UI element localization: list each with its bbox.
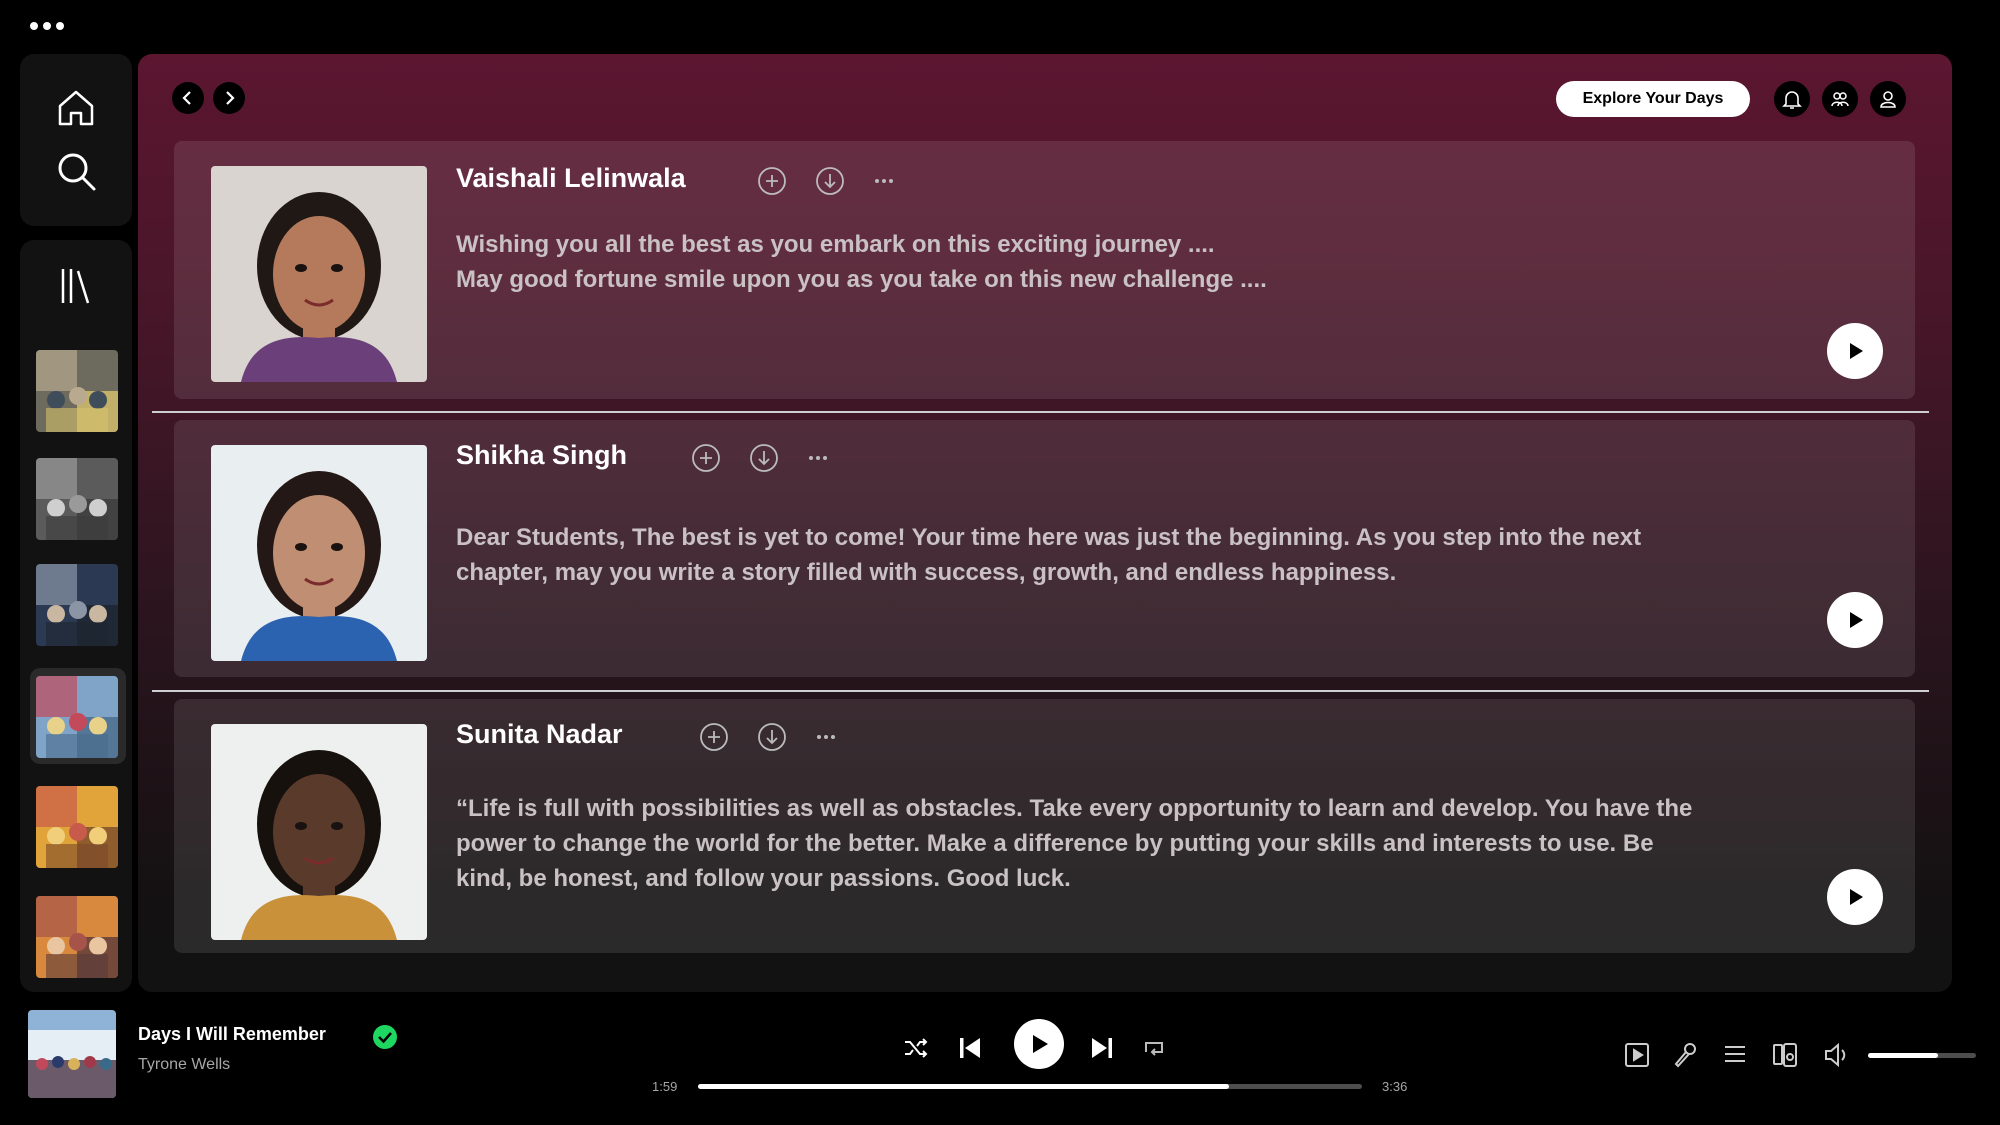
sidebar-playlist[interactable]: [36, 350, 118, 432]
message-card[interactable]: Shikha Singh Dear Students, The best is y…: [174, 420, 1915, 677]
lyrics-icon[interactable]: [1670, 1040, 1700, 1070]
more-icon[interactable]: [802, 442, 834, 474]
duration-time: 3:36: [1382, 1079, 1408, 1094]
back-button[interactable]: [172, 82, 204, 114]
chevron-right-icon: [226, 91, 235, 105]
message-line: May good fortune smile upon you as you t…: [456, 266, 1267, 293]
volume-slider[interactable]: [1868, 1053, 1976, 1058]
message-line: Wishing you all the best as you embark o…: [456, 231, 1215, 258]
sidebar-playlist[interactable]: [36, 564, 118, 646]
message-text: Wishing you all the best as you embark o…: [456, 227, 1726, 297]
download-icon[interactable]: [814, 165, 846, 197]
person-name[interactable]: Sunita Nadar: [456, 719, 623, 750]
sidebar-playlist[interactable]: [36, 896, 118, 978]
person-photo: [211, 724, 427, 940]
now-playing-title[interactable]: Days I Will Remember: [138, 1024, 326, 1045]
progress-fill: [698, 1084, 1230, 1089]
now-playing-view-icon[interactable]: [1622, 1040, 1652, 1070]
play-icon: [1033, 1035, 1048, 1053]
card-divider: [152, 690, 1929, 692]
play-icon: [1850, 612, 1863, 628]
more-icon[interactable]: [810, 721, 842, 753]
message-line: kind, be honest, and follow your passion…: [456, 865, 1071, 892]
next-icon[interactable]: [1088, 1034, 1116, 1062]
shuffle-icon[interactable]: [902, 1034, 930, 1062]
play-button[interactable]: [1827, 869, 1883, 925]
main-view: Explore Your Days Vaishali Lelinwala Wish…: [138, 54, 1952, 992]
card-divider: [152, 411, 1929, 413]
volume-icon[interactable]: [1822, 1040, 1852, 1070]
window-menu-icon[interactable]: [30, 22, 64, 30]
play-pause-button[interactable]: [1014, 1019, 1064, 1069]
message-card[interactable]: Vaishali Lelinwala Wishing you all the be…: [174, 141, 1915, 399]
play-button[interactable]: [1827, 592, 1883, 648]
message-line: chapter, may you write a story filled wi…: [456, 559, 1397, 586]
now-playing-artist[interactable]: Tyrone Wells: [138, 1056, 230, 1074]
download-icon[interactable]: [756, 721, 788, 753]
previous-icon[interactable]: [956, 1034, 984, 1062]
playlist-cover: [36, 458, 118, 540]
playlist-cover: [36, 350, 118, 432]
sidebar-playlist[interactable]: [36, 786, 118, 868]
playlist-cover: [36, 676, 118, 758]
chevron-left-icon: [182, 91, 191, 105]
search-icon[interactable]: [54, 149, 98, 193]
library-icon[interactable]: [58, 266, 94, 306]
forward-button[interactable]: [213, 82, 245, 114]
message-line: power to change the world for the better…: [456, 830, 1654, 857]
message-line: “Life is full with possibilities as well…: [456, 795, 1693, 822]
home-icon[interactable]: [54, 86, 98, 130]
playlist-cover: [36, 564, 118, 646]
more-icon[interactable]: [868, 165, 900, 197]
person-name[interactable]: Shikha Singh: [456, 440, 627, 471]
queue-icon[interactable]: [1720, 1040, 1750, 1070]
bell-icon[interactable]: [1774, 81, 1810, 117]
add-icon[interactable]: [690, 442, 722, 474]
check-circle-icon[interactable]: [372, 1024, 398, 1050]
sidebar-nav: [20, 54, 132, 226]
now-playing-cover[interactable]: [28, 1010, 116, 1098]
sidebar-playlist[interactable]: [36, 676, 118, 758]
play-icon: [1850, 343, 1863, 359]
message-line: Dear Students, The best is yet to come! …: [456, 524, 1642, 551]
play-icon: [1850, 889, 1863, 905]
profile-icon[interactable]: [1870, 81, 1906, 117]
person-photo: [211, 166, 427, 382]
add-icon[interactable]: [698, 721, 730, 753]
play-button[interactable]: [1827, 323, 1883, 379]
repeat-icon[interactable]: [1140, 1034, 1168, 1062]
explore-button[interactable]: Explore Your Days: [1556, 81, 1750, 117]
playlist-cover: [36, 896, 118, 978]
person-name[interactable]: Vaishali Lelinwala: [456, 163, 686, 194]
download-icon[interactable]: [748, 442, 780, 474]
person-photo: [211, 445, 427, 661]
message-text: Dear Students, The best is yet to come! …: [456, 520, 1726, 590]
message-text: “Life is full with possibilities as well…: [456, 791, 1726, 896]
playlist-cover: [36, 786, 118, 868]
volume-fill: [1868, 1053, 1939, 1058]
friends-icon[interactable]: [1822, 81, 1858, 117]
add-icon[interactable]: [756, 165, 788, 197]
sidebar-playlist[interactable]: [36, 458, 118, 540]
connect-device-icon[interactable]: [1770, 1040, 1800, 1070]
progress-bar[interactable]: [698, 1084, 1362, 1089]
message-card[interactable]: Sunita Nadar “Life is full with possibili…: [174, 699, 1915, 953]
elapsed-time: 1:59: [652, 1079, 678, 1094]
